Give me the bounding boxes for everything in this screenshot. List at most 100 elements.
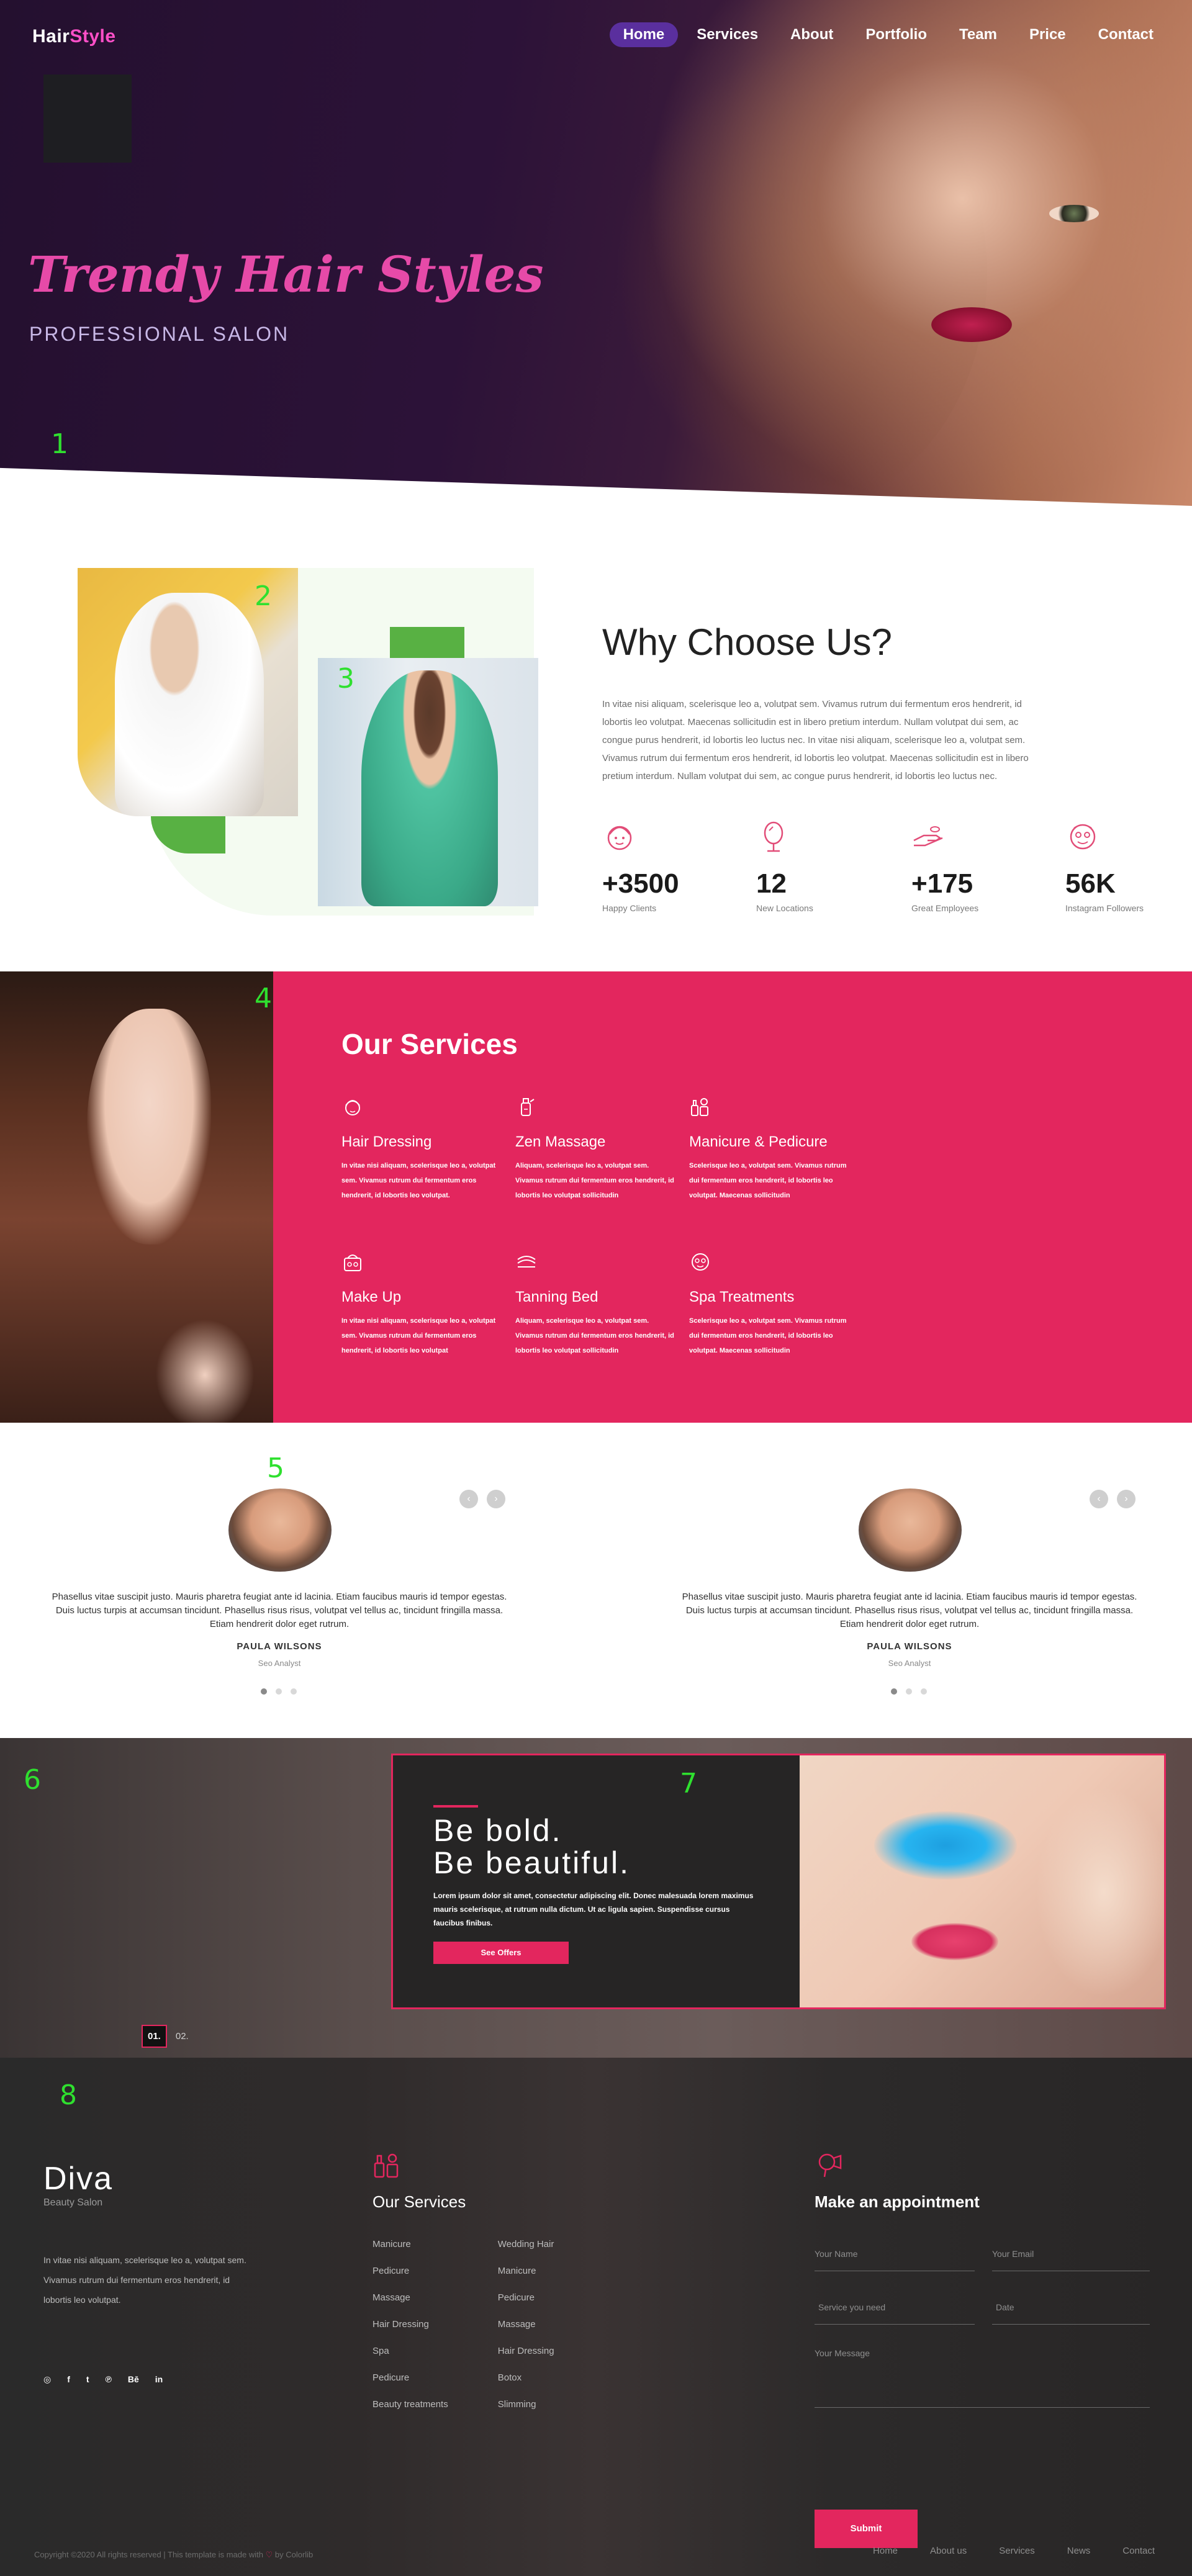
footer-brand[interactable]: Diva: [43, 2160, 113, 2197]
makeup-icon: [344, 1254, 361, 1271]
nav-item-contact[interactable]: Contact: [1085, 22, 1167, 47]
chevron-right-icon[interactable]: ›: [1117, 1490, 1136, 1508]
facebook-icon[interactable]: f: [67, 2374, 70, 2385]
carousel-dot[interactable]: [906, 1688, 912, 1695]
stat-great-employees: +175 Great Employees: [911, 819, 1036, 913]
region-marker-8: 8: [60, 2079, 77, 2111]
stat-value: +175: [911, 868, 973, 899]
service-field[interactable]: Service you need: [815, 2297, 975, 2325]
footer-service-link[interactable]: Wedding Hair: [498, 2239, 554, 2266]
services-section: Our Services Hair Dressing In vitae nisi…: [0, 971, 1192, 1423]
nav-item-services[interactable]: Services: [683, 22, 772, 47]
footer-about: In vitae nisi aliquam, scelerisque leo a…: [43, 2255, 246, 2305]
brush-hand-detail: [1036, 1786, 1164, 1997]
footer-link-about[interactable]: About us: [930, 2546, 967, 2556]
footer-service-link[interactable]: Pedicure: [372, 2372, 448, 2399]
carousel-dot[interactable]: [921, 1688, 927, 1695]
footer-service-link[interactable]: Spa: [372, 2346, 448, 2372]
service-name: Spa Treatments: [689, 1289, 795, 1305]
service-hair-dressing[interactable]: Hair Dressing In vitae nisi aliquam, sce…: [341, 1096, 503, 1203]
footer-service-link[interactable]: Manicure: [372, 2239, 448, 2266]
brand-logo[interactable]: HairStyle: [32, 26, 116, 47]
nav-item-team[interactable]: Team: [946, 22, 1011, 47]
carousel-dot[interactable]: [291, 1688, 297, 1695]
carousel-dot[interactable]: [891, 1688, 897, 1695]
slide-pager-item-active[interactable]: 01.: [142, 2025, 167, 2048]
stat-label: Instagram Followers: [1065, 903, 1144, 913]
service-tanning-bed[interactable]: Tanning Bed Aliquam, scelerisque leo a, …: [515, 1251, 677, 1358]
lips-detail: [911, 1923, 998, 1960]
testimonial-card: ‹ › Phasellus vitae suscipit justo. Maur…: [0, 1423, 507, 1738]
footer-link-home[interactable]: Home: [873, 2546, 898, 2556]
tanning-icon: [517, 1256, 536, 1268]
hand-icon: [913, 826, 943, 847]
chevron-left-icon[interactable]: ‹: [1090, 1490, 1108, 1508]
message-field[interactable]: Your Message: [815, 2343, 1150, 2408]
submit-button[interactable]: Submit: [815, 2510, 918, 2548]
footer-service-link[interactable]: Slimming: [498, 2399, 554, 2426]
chevron-left-icon[interactable]: ‹: [459, 1490, 478, 1508]
service-name: Hair Dressing: [341, 1133, 432, 1150]
footer-services: Our Services Manicure Pedicure Massage H…: [372, 2151, 554, 2426]
your-name-field[interactable]: Your Name: [815, 2244, 975, 2271]
hero-eye-detail: [1049, 205, 1099, 222]
twitter-icon[interactable]: t: [86, 2374, 89, 2385]
nav-item-about[interactable]: About: [777, 22, 847, 47]
nav-item-price[interactable]: Price: [1016, 22, 1080, 47]
client-figure: [115, 593, 264, 816]
copyright-text: Copyright ©2020 All rights reserved | Th…: [34, 2550, 263, 2559]
linkedin-icon[interactable]: in: [155, 2374, 163, 2385]
footer-link-services[interactable]: Services: [999, 2546, 1035, 2556]
service-desc: Aliquam, scelerisque leo a, volutpat sem…: [515, 1162, 674, 1199]
main-nav: Home Services About Portfolio Team Price…: [609, 22, 1167, 47]
carousel-dot[interactable]: [276, 1688, 282, 1695]
dribbble-icon[interactable]: ◎: [43, 2374, 51, 2385]
carousel-dot[interactable]: [261, 1688, 267, 1695]
service-desc: In vitae nisi aliquam, scelerisque leo a…: [341, 1317, 496, 1354]
footer-service-link[interactable]: Botox: [498, 2372, 554, 2399]
region-marker-3: 3: [337, 663, 354, 695]
footer-link-news[interactable]: News: [1067, 2546, 1091, 2556]
services-model-image: [0, 971, 273, 1423]
hero-model-image: [621, 0, 1192, 506]
service-spa-treatments[interactable]: Spa Treatments Scelerisque leo a, volutp…: [689, 1251, 851, 1358]
staff-thumbs-up-image: [318, 658, 538, 906]
region-marker-1: 1: [51, 428, 68, 460]
behance-icon[interactable]: Bē: [128, 2374, 139, 2385]
why-text: In vitae nisi aliquam, scelerisque leo a…: [602, 699, 1029, 781]
footer-service-link[interactable]: Hair Dressing: [372, 2319, 448, 2346]
hero-section: HairStyle Home Services About Portfolio …: [0, 0, 1192, 506]
copyright-credit[interactable]: by Colorlib: [275, 2550, 313, 2559]
testimonial-role: Seo Analyst: [888, 1659, 931, 1668]
nail-polish-icon: [374, 2153, 399, 2178]
footer-service-link[interactable]: Manicure: [498, 2266, 554, 2292]
footer-service-link[interactable]: Massage: [372, 2292, 448, 2319]
chevron-right-icon[interactable]: ›: [487, 1490, 505, 1508]
brand-logo-part1: Hair: [32, 26, 70, 47]
service-name: Tanning Bed: [515, 1289, 598, 1305]
see-offers-button[interactable]: See Offers: [433, 1942, 569, 1964]
footer-service-link[interactable]: Massage: [498, 2319, 554, 2346]
spa-mask-icon: [692, 1253, 709, 1271]
service-zen-massage[interactable]: Zen Massage Aliquam, scelerisque leo a, …: [515, 1096, 677, 1203]
why-choose-section: Why Choose Us? In vitae nisi aliquam, sc…: [0, 506, 1192, 971]
promo-accent-line: [433, 1805, 478, 1808]
your-email-field[interactable]: Your Email: [992, 2244, 1150, 2271]
service-manicure-pedicure[interactable]: Manicure & Pedicure Scelerisque leo a, v…: [689, 1096, 851, 1203]
footer-service-link[interactable]: Pedicure: [372, 2266, 448, 2292]
footer-service-link[interactable]: Hair Dressing: [498, 2346, 554, 2372]
why-title: Why Choose Us?: [602, 621, 892, 663]
date-field[interactable]: Date: [992, 2297, 1150, 2325]
footer-link-contact[interactable]: Contact: [1122, 2546, 1155, 2556]
promo-title: Be bold. Be beautiful.: [433, 1814, 630, 1879]
avatar: [859, 1488, 962, 1572]
service-make-up[interactable]: Make Up In vitae nisi aliquam, scelerisq…: [341, 1251, 503, 1358]
avatar: [228, 1488, 332, 1572]
pinterest-icon[interactable]: ℗: [106, 2374, 112, 2385]
footer-service-link[interactable]: Pedicure: [498, 2292, 554, 2319]
slide-pager-item[interactable]: 02.: [176, 2031, 189, 2042]
nav-item-home[interactable]: Home: [609, 22, 679, 47]
footer-service-link[interactable]: Beauty treatments: [372, 2399, 448, 2426]
nav-item-portfolio[interactable]: Portfolio: [852, 22, 941, 47]
testimonials-section: ‹ › Phasellus vitae suscipit justo. Maur…: [0, 1423, 1192, 1738]
